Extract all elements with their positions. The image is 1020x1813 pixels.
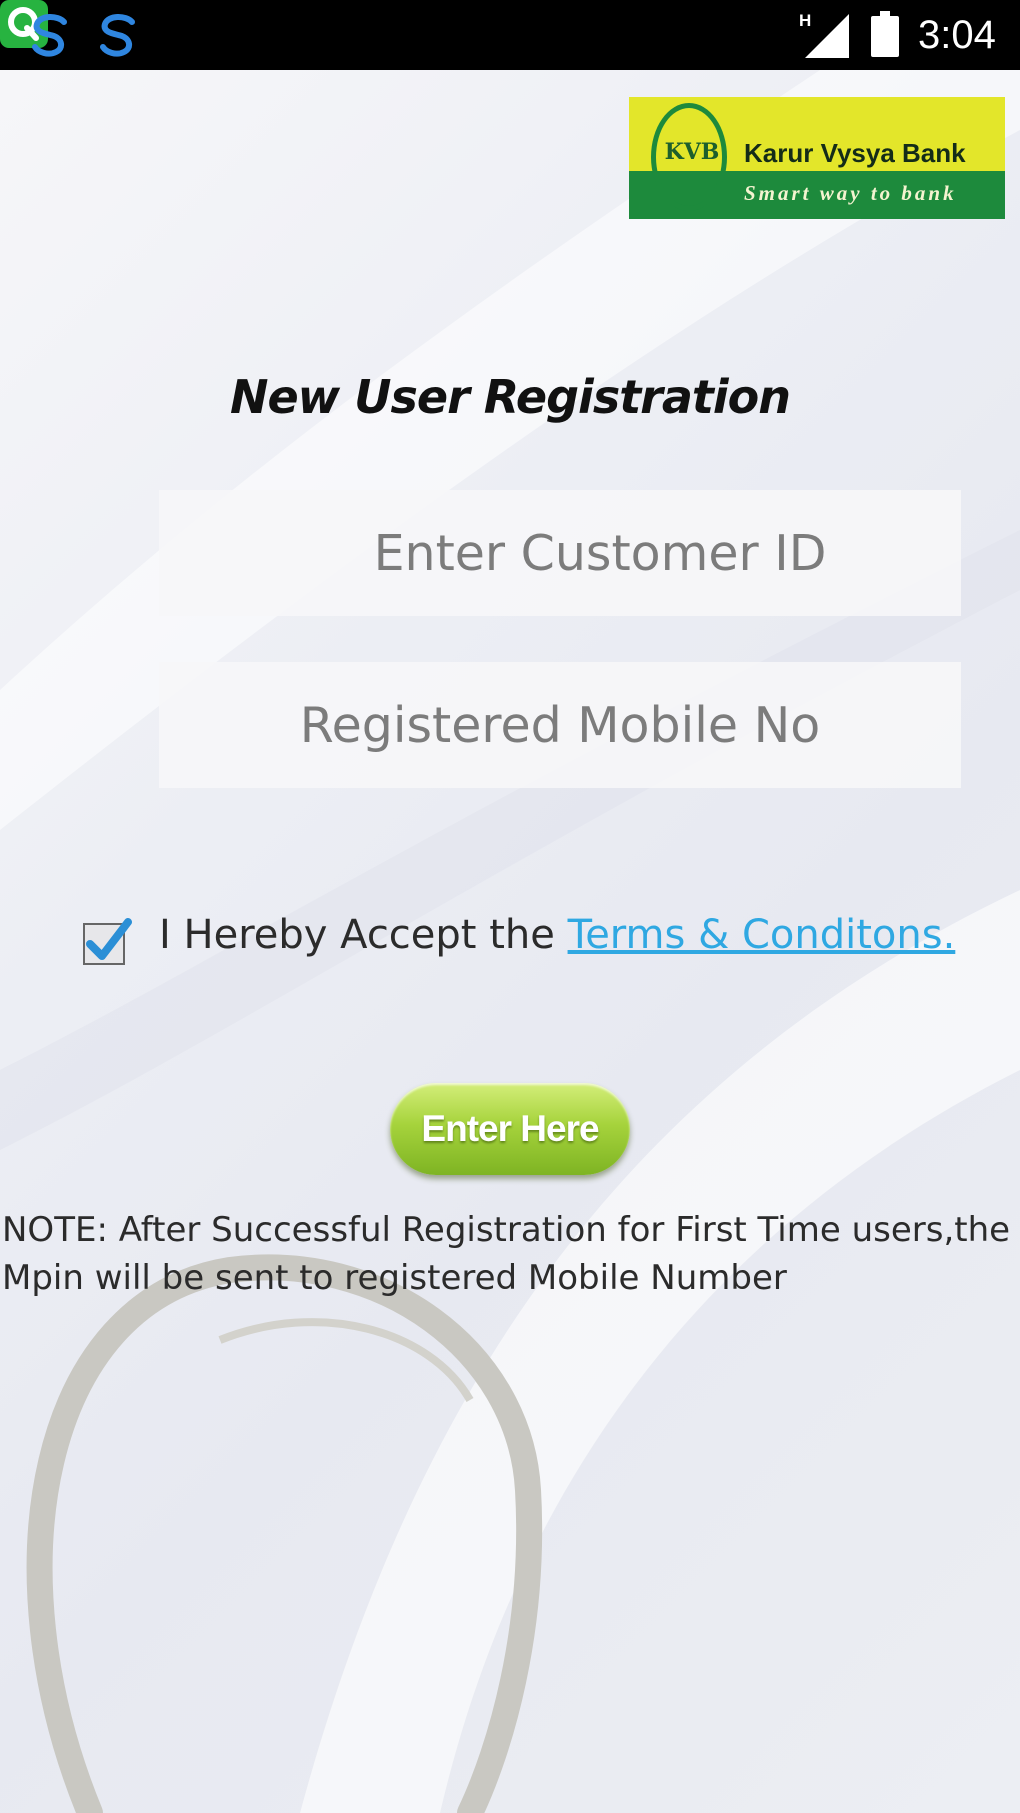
logo-abbreviation: KVB [664,139,720,165]
status-bar-clock: 3:04 [918,13,996,57]
mobile-number-input[interactable] [159,662,961,788]
enter-here-button[interactable]: Enter Here [390,1083,630,1175]
s-app-notification-icon [32,14,67,57]
terms-checkbox[interactable] [82,916,132,966]
registration-screen: KVB Karur Vysya Bank Smart way to bank N… [0,70,1020,1813]
logo-tagline: Smart way to bank [744,181,957,205]
customer-id-input[interactable] [159,490,961,616]
s-app-notification-icon [100,14,135,57]
logo-bank-name: Karur Vysya Bank [744,138,966,168]
terms-row: I Hereby Accept the Terms & Conditons. [82,908,982,968]
terms-and-conditions-link[interactable]: Terms & Conditons. [568,912,956,958]
status-bar: H 3:04 [0,0,1020,70]
battery-icon [871,11,899,57]
cellular-signal-icon: H [799,11,849,58]
registration-note: NOTE: After Successful Registration for … [2,1210,1011,1298]
terms-label: I Hereby Accept the Terms & Conditons. [159,912,955,958]
page-title: New User Registration [229,370,791,424]
terms-prefix-text: I Hereby Accept the [159,912,568,958]
network-type-label: H [799,11,811,30]
karur-vysya-bank-logo: KVB Karur Vysya Bank Smart way to bank [629,97,1005,219]
